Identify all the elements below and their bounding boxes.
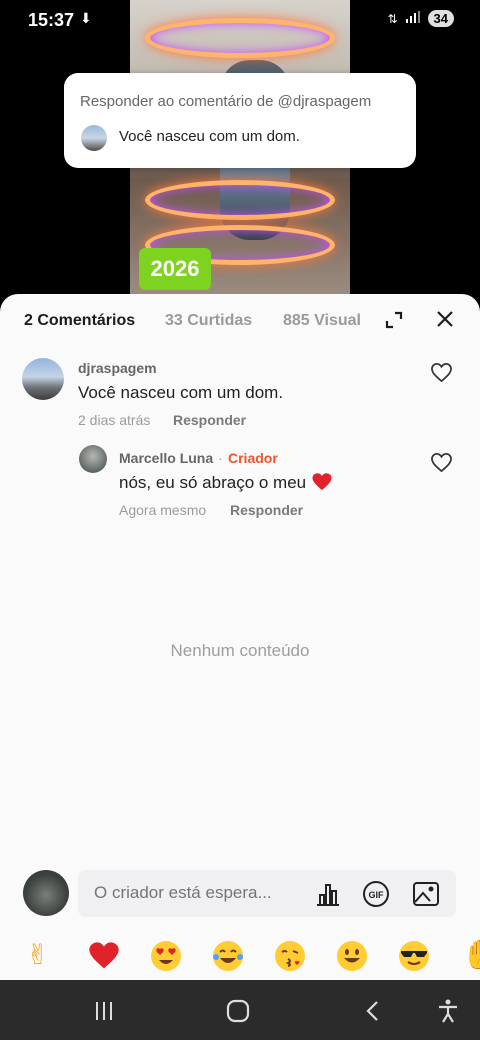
smile-icon[interactable] [336, 940, 368, 972]
like-heart-icon[interactable] [430, 362, 453, 383]
clap-icon[interactable]: ✋ [462, 940, 480, 970]
comments-sheet: 2 Comentários 33 Curtidas 885 Visual djr… [0, 294, 480, 980]
gif-icon[interactable]: GIF [362, 880, 390, 908]
home-icon[interactable] [225, 998, 251, 1024]
comment-text: Você nasceu com um dom. [78, 383, 284, 402]
tab-likes[interactable]: 33 Curtidas [165, 312, 252, 330]
expand-icon[interactable] [384, 310, 404, 330]
status-time: 15:37 [28, 10, 75, 30]
year-badge: 2026 [139, 248, 211, 290]
empty-state: Nenhum conteúdo [170, 641, 310, 660]
emoji-row: ✌ ✋ [0, 932, 480, 978]
reply-context-title: Responder ao comentário de @djraspagem [80, 93, 372, 110]
back-icon[interactable] [360, 998, 386, 1024]
tab-views[interactable]: 885 Visual [283, 312, 361, 329]
avatar[interactable] [79, 445, 107, 473]
data-icon: ⇅ [387, 11, 398, 26]
avatar [23, 870, 69, 916]
status-bar: 15:37 ⬇ ⇅ 34 [0, 0, 480, 40]
image-icon[interactable] [412, 880, 440, 908]
comment-username[interactable]: djraspagem [78, 360, 157, 376]
comment-input[interactable] [94, 883, 294, 903]
red-heart-icon [312, 473, 332, 491]
tab-comments[interactable]: 2 Comentários [24, 312, 135, 330]
reply-text: nós, eu só abraço o meu [119, 473, 307, 492]
tab-views-clip: 885 Visual [283, 312, 363, 330]
heart-icon[interactable] [88, 940, 120, 970]
quoted-comment-text: Você nasceu com um dom. [119, 128, 300, 145]
reply-time: Agora mesmo [119, 502, 207, 518]
system-navbar [0, 980, 480, 1040]
reply-button[interactable]: Responder [173, 412, 246, 428]
light-ring [145, 180, 335, 220]
reply-button[interactable]: Responder [230, 502, 303, 518]
separator-dot: · [218, 450, 223, 466]
tears-of-joy-icon[interactable] [212, 940, 244, 972]
hand-icon[interactable]: ✌ [26, 940, 49, 970]
accessibility-icon[interactable] [435, 998, 461, 1024]
signal-icon [405, 11, 420, 26]
like-heart-icon[interactable] [430, 452, 453, 473]
creator-badge: Criador [228, 450, 278, 466]
recent-apps-icon[interactable] [91, 998, 117, 1024]
tab-bar: 2 Comentários 33 Curtidas 885 Visual [0, 294, 480, 348]
comment-time: 2 dias atrás [78, 412, 151, 428]
reply-text-line: nós, eu só abraço o meu [119, 472, 333, 493]
reply-username[interactable]: Marcello Luna [119, 450, 213, 466]
sunglasses-icon[interactable] [398, 940, 430, 972]
battery-indicator: 34 [427, 10, 454, 27]
status-icons: ⇅ 34 [387, 10, 454, 27]
close-icon[interactable] [434, 308, 456, 330]
avatar[interactable] [22, 358, 64, 400]
comment-composer[interactable]: GIF [78, 870, 456, 917]
reply-context-popup: Responder ao comentário de @djraspagem V… [64, 73, 416, 168]
avatar [81, 125, 107, 151]
chart-icon[interactable] [314, 880, 342, 908]
download-icon: ⬇ [80, 10, 92, 26]
kiss-icon[interactable] [274, 940, 306, 972]
svg-text:GIF: GIF [369, 890, 385, 900]
heart-eyes-icon[interactable] [150, 940, 182, 972]
